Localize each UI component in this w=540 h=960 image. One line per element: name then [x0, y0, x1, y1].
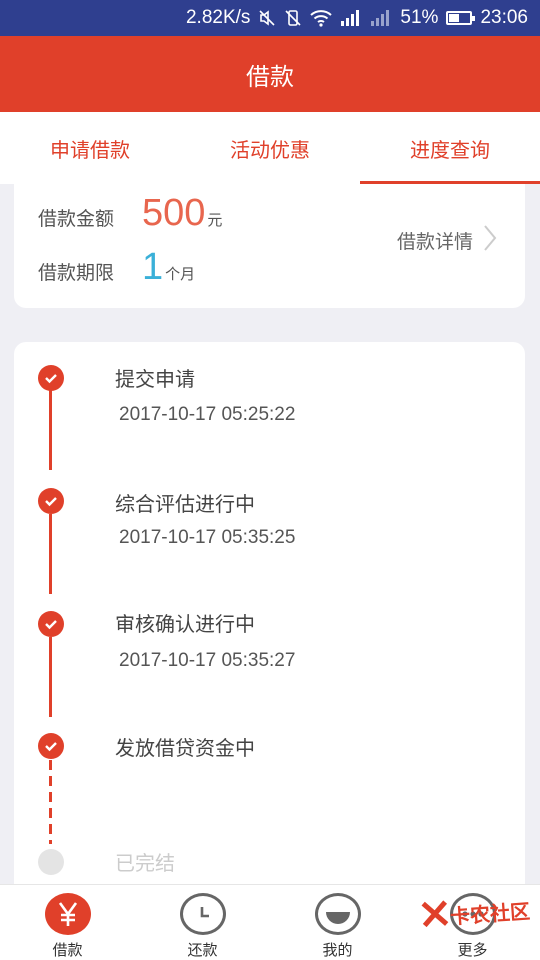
step-title: 提交申请: [115, 367, 195, 391]
step-time: 2017-10-17 05:25:22: [119, 404, 296, 425]
tab-apply-loan[interactable]: 申请借款: [0, 112, 180, 184]
nav-item-mine[interactable]: 我的: [270, 885, 405, 960]
app-header: 借款: [0, 36, 540, 112]
step-time: 2017-10-17 05:35:27: [119, 650, 296, 671]
loan-amount-value: 500: [142, 192, 206, 234]
timeline-connector: [49, 514, 52, 594]
signal-icon: [340, 8, 362, 28]
step-title: 发放借贷资金中: [115, 736, 255, 760]
loan-detail-link[interactable]: 借款详情: [397, 224, 497, 257]
wifi-icon: [310, 8, 333, 28]
loan-summary-card: 借款金额 500 元 借款期限 1 个月 借款详情: [14, 184, 525, 308]
battery-icon: [446, 11, 476, 25]
step-title: 审核确认进行中: [115, 612, 255, 636]
user-icon: [314, 893, 361, 935]
check-circle-icon: [38, 365, 64, 391]
nav-item-loan[interactable]: 借款: [0, 885, 135, 960]
timeline-connector: [49, 390, 52, 470]
nav-item-repay[interactable]: 还款: [135, 885, 270, 960]
loan-amount-label: 借款金额: [38, 208, 115, 230]
nav-label: 还款: [187, 941, 218, 959]
loan-term-value: 1: [142, 246, 164, 288]
tab-bar: 申请借款 活动优惠 进度查询: [0, 112, 540, 184]
loan-term-unit: 个月: [165, 265, 196, 283]
loan-amount-row: 借款金额 500 元: [38, 192, 222, 235]
check-circle-icon: [38, 611, 64, 637]
signal-secondary-icon: [370, 8, 392, 28]
yen-icon: [44, 893, 91, 935]
tab-label: 申请借款: [50, 137, 130, 162]
tab-progress-query[interactable]: 进度查询: [360, 112, 540, 184]
clock-time: 23:06: [480, 7, 528, 28]
watermark-text: 卡农社区: [449, 899, 531, 929]
page-title: 借款: [246, 62, 294, 91]
timeline-connector: [49, 637, 52, 717]
status-bar: 2.82K/s 51% 23:06: [0, 0, 540, 36]
nav-label: 我的: [322, 941, 353, 959]
mute-icon: [258, 8, 276, 28]
timeline-connector-dashed: [49, 760, 52, 844]
network-speed: 2.82K/s: [185, 7, 251, 28]
check-circle-icon: [38, 488, 64, 514]
step-title: 综合评估进行中: [115, 492, 255, 516]
loan-amount-unit: 元: [207, 211, 223, 229]
nav-label: 更多: [457, 941, 488, 959]
tab-label: 活动优惠: [230, 137, 310, 162]
vibrate-off-icon: [284, 8, 302, 28]
loan-term-label: 借款期限: [38, 262, 115, 284]
step-title: 已完结: [115, 851, 175, 875]
battery-percent: 51%: [400, 7, 439, 28]
tab-label: 进度查询: [410, 137, 490, 162]
clock-icon: [179, 893, 226, 935]
loan-term-row: 借款期限 1 个月: [38, 246, 195, 289]
progress-timeline: 提交申请 2017-10-17 05:25:22 综合评估进行中 2017-10…: [14, 342, 525, 902]
loan-detail-label: 借款详情: [396, 231, 473, 253]
step-time: 2017-10-17 05:35:25: [119, 527, 296, 548]
nav-label: 借款: [52, 941, 83, 959]
pending-circle-icon: [38, 849, 64, 875]
chevron-right-icon: [473, 224, 497, 257]
tab-promotions[interactable]: 活动优惠: [180, 112, 360, 184]
check-circle-icon: [38, 733, 64, 759]
watermark-logo-icon: [419, 898, 451, 935]
